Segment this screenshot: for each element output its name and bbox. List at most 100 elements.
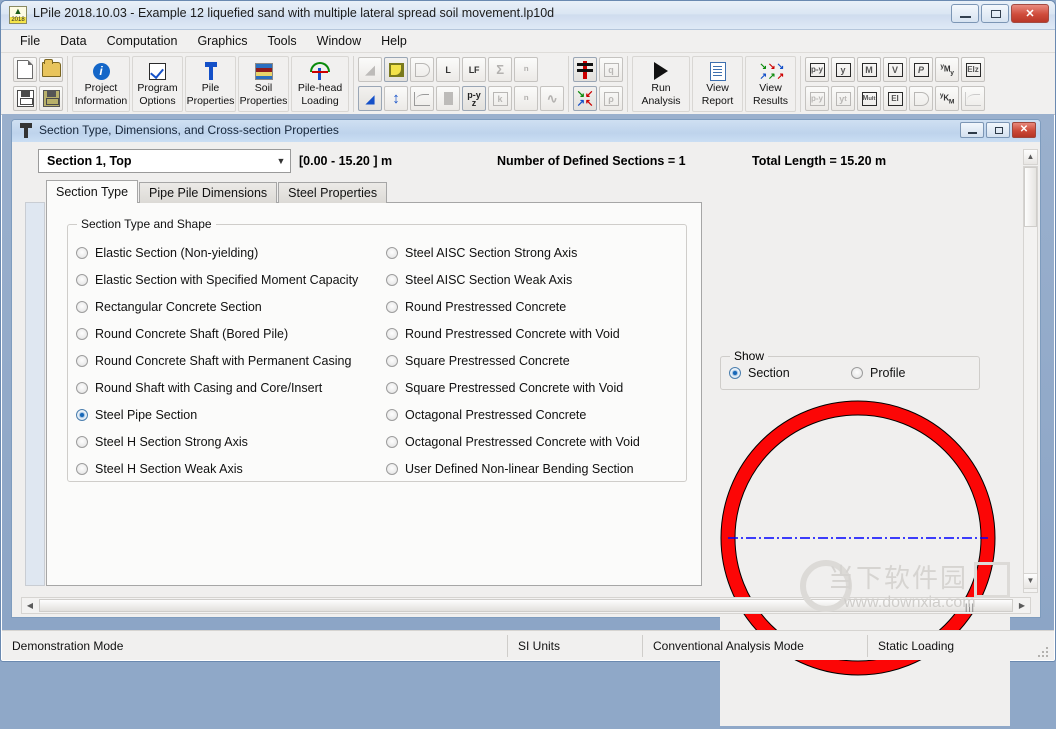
radio-steel-aisc-weak-axis[interactable]: Steel AISC Section Weak Axis <box>386 266 691 293</box>
radio-user-defined-nonlinear-bending-section[interactable]: User Defined Non-linear Bending Section <box>386 455 691 482</box>
radio-steel-aisc-strong-axis[interactable]: Steel AISC Section Strong Axis <box>386 239 691 266</box>
radio-octagonal-prestressed-concrete-with-void[interactable]: Octagonal Prestressed Concrete with Void <box>386 428 691 455</box>
p-result-button[interactable]: P <box>909 57 933 82</box>
ymy-result-button[interactable]: yMy <box>935 57 959 82</box>
soil-properties-button[interactable]: Soil Properties <box>238 56 289 112</box>
py-z-button[interactable]: p-y z <box>462 86 486 111</box>
horizontal-scrollbar-thumb[interactable] <box>39 599 1013 612</box>
p-y-result-dim-button[interactable]: p-y <box>805 86 829 111</box>
yt-result-button[interactable]: yt <box>831 86 855 111</box>
maximize-button[interactable] <box>981 4 1009 23</box>
ei-result-button[interactable]: EI <box>883 86 907 111</box>
radio-octagonal-prestressed-concrete[interactable]: Octagonal Prestressed Concrete <box>386 401 691 428</box>
horizontal-scrollbar-track[interactable]: ||| <box>39 599 1013 612</box>
q-button[interactable]: q <box>599 57 623 82</box>
new-file-button[interactable] <box>13 57 37 82</box>
pile-head-loading-button[interactable]: Pile-head Loading <box>291 56 349 112</box>
y-result-button[interactable]: y <box>831 57 855 82</box>
radio-rectangular-concrete-section[interactable]: Rectangular Concrete Section <box>76 293 386 320</box>
lf-button[interactable]: LF <box>462 57 486 82</box>
s-curve-button[interactable]: ∿ <box>540 86 564 111</box>
radio-round-concrete-shaft-permanent-casing[interactable]: Round Concrete Shaft with Permanent Casi… <box>76 347 386 374</box>
vertical-scrollbar[interactable] <box>1023 166 1038 593</box>
radio-steel-h-section-weak-axis[interactable]: Steel H Section Weak Axis <box>76 455 386 482</box>
vertical-scrollbar-thumb[interactable] <box>1024 167 1037 227</box>
k-matrix-button[interactable]: k <box>488 86 512 111</box>
menu-item-computation[interactable]: Computation <box>98 32 187 50</box>
l-button[interactable]: L <box>436 57 460 82</box>
pile-section-icon-button[interactable]: ◢ <box>358 86 382 111</box>
radio-steel-pipe-section[interactable]: Steel Pipe Section <box>76 401 386 428</box>
scroll-down-button[interactable]: ▼ <box>1023 573 1038 589</box>
radio-round-concrete-shaft-bored-pile[interactable]: Round Concrete Shaft (Bored Pile) <box>76 320 386 347</box>
save-as-button[interactable] <box>39 86 63 111</box>
d-shape-result-button[interactable] <box>909 86 933 111</box>
view-report-button[interactable]: View Report <box>692 56 743 112</box>
radio-dot <box>76 354 88 367</box>
d-shape-icon-button[interactable] <box>410 57 434 82</box>
menu-item-graphics[interactable]: Graphics <box>188 32 256 50</box>
m-result-button[interactable]: M <box>857 57 881 82</box>
sigma-button[interactable]: Σ <box>488 57 512 82</box>
tab-pipe-pile-dimensions[interactable]: Pipe Pile Dimensions <box>139 182 278 203</box>
open-folder-icon <box>41 59 61 77</box>
slope-icon-button[interactable]: ⁿ <box>514 57 538 82</box>
resize-grip-icon[interactable] <box>1038 647 1048 657</box>
program-options-button[interactable]: Program Options <box>132 56 183 112</box>
tab-section-type[interactable]: Section Type <box>46 180 139 203</box>
colored-arrows-button[interactable]: ↘↙ ↗↖ <box>573 86 597 111</box>
menu-item-help[interactable]: Help <box>372 32 416 50</box>
scroll-up-button[interactable]: ▲ <box>1023 149 1038 165</box>
ykm-result-button[interactable]: yKM <box>935 86 959 111</box>
scroll-left-button[interactable]: ◀ <box>22 601 38 610</box>
q-icon: q <box>603 62 619 77</box>
section-select[interactable]: Section 1, Top ▼ <box>38 149 291 173</box>
p-y-result-button[interactable]: p-y <box>805 57 829 82</box>
chevron-down-icon[interactable]: ▼ <box>272 156 290 166</box>
horizontal-scrollbar[interactable]: ◀ ||| ▶ <box>21 597 1031 614</box>
open-file-button[interactable] <box>39 57 63 82</box>
radio-show-profile[interactable]: Profile <box>851 362 905 384</box>
menu-item-file[interactable]: File <box>11 32 49 50</box>
radio-round-prestressed-concrete-with-void[interactable]: Round Prestressed Concrete with Void <box>386 320 691 347</box>
view-results-button[interactable]: ↘ ↘ ↘ ↗ ↗ ↗ View Results <box>745 56 796 112</box>
mult-result-button[interactable]: Mult <box>857 86 881 111</box>
project-information-button[interactable]: i Project Information <box>72 56 130 112</box>
yellow-curve-icon-button[interactable] <box>384 57 408 82</box>
pile-top-load-button[interactable] <box>573 57 597 82</box>
menu-item-window[interactable]: Window <box>308 32 370 50</box>
menu-item-data[interactable]: Data <box>51 32 95 50</box>
column-icon-button[interactable] <box>436 86 460 111</box>
section-minimize-button[interactable] <box>960 122 984 138</box>
pile-properties-button[interactable]: Pile Properties <box>185 56 236 112</box>
close-button[interactable]: ✕ <box>1011 4 1049 23</box>
radio-square-prestressed-concrete-with-void[interactable]: Square Prestressed Concrete with Void <box>386 374 691 401</box>
section-close-button[interactable]: ✕ <box>1012 122 1036 138</box>
eiz-result-button[interactable]: EIz <box>961 57 985 82</box>
radio-steel-h-section-strong-axis[interactable]: Steel H Section Strong Axis <box>76 428 386 455</box>
radio-round-prestressed-concrete[interactable]: Round Prestressed Concrete <box>386 293 691 320</box>
rho-button[interactable]: ρ <box>599 86 623 111</box>
file-toolbar-group <box>9 56 67 112</box>
save-file-button[interactable] <box>13 86 37 111</box>
radio-round-shaft-casing-core-insert[interactable]: Round Shaft with Casing and Core/Insert <box>76 374 386 401</box>
yt-icon: yt <box>835 91 851 106</box>
radio-elastic-section-specified-moment-capacity[interactable]: Elastic Section with Specified Moment Ca… <box>76 266 386 293</box>
curve-icon-button[interactable] <box>410 86 434 111</box>
tab-steel-properties[interactable]: Steel Properties <box>278 182 388 203</box>
radio-elastic-section-non-yielding[interactable]: Elastic Section (Non-yielding) <box>76 239 386 266</box>
slope-icon-2-button[interactable]: ⁿ <box>514 86 538 111</box>
radio-square-prestressed-concrete[interactable]: Square Prestressed Concrete <box>386 347 691 374</box>
section-maximize-button[interactable] <box>986 122 1010 138</box>
radio-show-section[interactable]: Section <box>729 362 790 384</box>
curve-dim-result-button[interactable] <box>961 86 985 111</box>
minimize-button[interactable] <box>951 4 979 23</box>
v-result-button[interactable]: V <box>883 57 907 82</box>
updown-arrow-icon-button[interactable]: ↕ <box>384 86 408 111</box>
soil-layer-chart-icon-button[interactable]: ◢ <box>358 57 382 82</box>
scroll-right-button[interactable]: ▶ <box>1014 601 1030 610</box>
status-bar: Demonstration Mode SI Units Conventional… <box>2 630 1054 660</box>
menu-item-tools[interactable]: Tools <box>258 32 305 50</box>
radio-label: Profile <box>870 366 906 380</box>
run-analysis-button[interactable]: Run Analysis <box>632 56 690 112</box>
